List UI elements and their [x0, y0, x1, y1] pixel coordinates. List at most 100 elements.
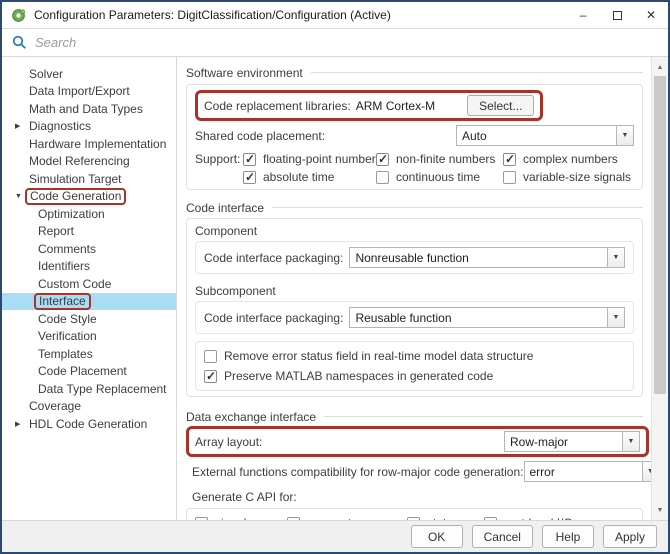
- maximize-button[interactable]: [600, 2, 634, 28]
- sidebar-item-label: Diagnostics: [29, 119, 91, 133]
- array-layout-dropdown[interactable]: Row-major ▼: [504, 431, 640, 452]
- sidebar-item-optimization[interactable]: Optimization: [2, 205, 176, 223]
- signals-checkbox[interactable]: [195, 517, 208, 521]
- complex-numbers-checkbox[interactable]: [503, 153, 516, 166]
- sidebar-item-identifiers[interactable]: Identifiers: [2, 258, 176, 276]
- tree-collapsed-icon[interactable]: ▶: [15, 420, 29, 428]
- sidebar-item-templates[interactable]: Templates: [2, 345, 176, 363]
- search-input[interactable]: [35, 35, 660, 50]
- sidebar-item-hdl-code-generation[interactable]: ▶HDL Code Generation: [2, 415, 176, 433]
- vertical-scrollbar[interactable]: ▲ ▼: [651, 57, 668, 520]
- sidebar-item-label: Coverage: [29, 399, 81, 413]
- preserve-matlab-namespaces-checkbox[interactable]: [204, 370, 217, 383]
- section-title: Code interface: [186, 201, 264, 215]
- sidebar-item-hardware-implementation[interactable]: Hardware Implementation: [2, 135, 176, 153]
- subcomponent-packaging-dropdown[interactable]: Reusable function ▼: [349, 307, 625, 328]
- sidebar-item-custom-code[interactable]: Custom Code: [2, 275, 176, 293]
- non-finite-numbers-checkbox[interactable]: [376, 153, 389, 166]
- section-header-code-interface: Code interface: [186, 200, 643, 215]
- absolute-time-checkbox[interactable]: [243, 171, 256, 184]
- sidebar-item-data-type-replacement[interactable]: Data Type Replacement: [2, 380, 176, 398]
- sidebar-item-code-placement[interactable]: Code Placement: [2, 363, 176, 381]
- states-checkbox[interactable]: [407, 517, 420, 521]
- code-interface-packaging-label: Code interface packaging:: [204, 311, 343, 325]
- close-button[interactable]: ✕: [634, 2, 668, 28]
- cancel-button[interactable]: Cancel: [472, 525, 533, 548]
- header-rule: [324, 416, 643, 417]
- continuous-time-checkbox[interactable]: [376, 171, 389, 184]
- help-button[interactable]: Help: [542, 525, 594, 548]
- sidebar-tree: Solver Data Import/Export Math and Data …: [2, 57, 177, 520]
- dropdown-value: Nonreusable function: [350, 248, 607, 267]
- external-functions-dropdown[interactable]: error ▼: [524, 461, 652, 482]
- shared-code-placement-dropdown[interactable]: Auto ▼: [456, 125, 634, 146]
- sidebar-item-report[interactable]: Report: [2, 223, 176, 241]
- apply-button[interactable]: Apply: [603, 525, 657, 548]
- highlight-box-array-layout: Array layout: Row-major ▼: [186, 426, 649, 457]
- configuration-parameters-dialog: Configuration Parameters: DigitClassific…: [0, 0, 670, 554]
- sidebar-item-code-generation[interactable]: ▼Code Generation: [2, 188, 176, 206]
- variable-size-signals-checkbox[interactable]: [503, 171, 516, 184]
- minimize-button[interactable]: –: [566, 2, 600, 28]
- sidebar-item-label: Code Style: [38, 312, 97, 326]
- sidebar-item-solver[interactable]: Solver: [2, 65, 176, 83]
- search-bar: [2, 29, 668, 57]
- external-functions-row: External functions compatibility for row…: [186, 461, 643, 482]
- ok-button[interactable]: OK: [411, 525, 463, 548]
- dropdown-arrow-icon: ▼: [607, 308, 624, 327]
- sidebar-item-verification[interactable]: Verification: [2, 328, 176, 346]
- code-interface-packaging-label: Code interface packaging:: [204, 251, 343, 265]
- floating-point-numbers-checkbox[interactable]: [243, 153, 256, 166]
- code-replacement-label: Code replacement libraries:: [204, 99, 351, 113]
- window-title: Configuration Parameters: DigitClassific…: [34, 8, 566, 22]
- sidebar-item-code-style[interactable]: Code Style: [2, 310, 176, 328]
- remove-error-status-checkbox[interactable]: [204, 350, 217, 363]
- section-header-data-exchange: Data exchange interface: [186, 409, 643, 424]
- shared-code-placement-row: Shared code placement: Auto ▼: [195, 125, 634, 146]
- sidebar-item-simulation-target[interactable]: Simulation Target: [2, 170, 176, 188]
- sidebar-item-label: Interface: [39, 294, 86, 308]
- sidebar-item-label: Code Generation: [30, 189, 121, 203]
- scroll-down-icon[interactable]: ▼: [652, 502, 668, 518]
- sidebar-item-label: Custom Code: [38, 277, 111, 291]
- sidebar-item-label: Hardware Implementation: [29, 137, 166, 151]
- array-layout-label: Array layout:: [195, 435, 504, 449]
- sidebar-item-diagnostics[interactable]: ▶Diagnostics: [2, 118, 176, 136]
- sidebar-item-data-import-export[interactable]: Data Import/Export: [2, 83, 176, 101]
- sidebar-item-interface[interactable]: Interface: [2, 293, 176, 311]
- parameters-checkbox[interactable]: [287, 517, 300, 521]
- sidebar-item-label: Optimization: [38, 207, 105, 221]
- component-label: Component: [195, 224, 634, 238]
- component-packaging-dropdown[interactable]: Nonreusable function ▼: [349, 247, 625, 268]
- checkbox-label: parameters: [307, 516, 368, 520]
- checkbox-label: complex numbers: [523, 152, 618, 166]
- sidebar-item-label: Comments: [38, 242, 96, 256]
- sidebar-item-comments[interactable]: Comments: [2, 240, 176, 258]
- tree-collapsed-icon[interactable]: ▶: [15, 122, 29, 130]
- search-icon: [12, 35, 27, 50]
- select-button[interactable]: Select...: [467, 95, 534, 116]
- scroll-up-icon[interactable]: ▲: [652, 59, 668, 75]
- dropdown-value: Row-major: [505, 432, 622, 451]
- sidebar-item-model-referencing[interactable]: Model Referencing: [2, 153, 176, 171]
- dropdown-arrow-icon: ▼: [622, 432, 639, 451]
- checkbox-label: non-finite numbers: [396, 152, 495, 166]
- root-level-io-checkbox[interactable]: [484, 517, 497, 521]
- code-interface-group: Component Code interface packaging: Nonr…: [186, 218, 643, 397]
- code-interface-options-group: Remove error status field in real-time m…: [195, 341, 634, 391]
- sidebar-item-label: HDL Code Generation: [29, 417, 147, 431]
- subcomponent-packaging-group: Code interface packaging: Reusable funct…: [195, 301, 634, 334]
- sidebar-item-label: Data Type Replacement: [38, 382, 167, 396]
- maximize-icon: [613, 11, 622, 20]
- checkbox-label: variable-size signals: [523, 170, 631, 184]
- sidebar-item-label: Solver: [29, 67, 63, 81]
- checkbox-label: continuous time: [396, 170, 480, 184]
- sidebar-item-math-and-data-types[interactable]: Math and Data Types: [2, 100, 176, 118]
- section-title: Data exchange interface: [186, 410, 316, 424]
- scrollbar-thumb[interactable]: [654, 76, 666, 394]
- simulink-config-gear-icon: [11, 8, 26, 23]
- dropdown-value: error: [525, 462, 642, 481]
- dropdown-arrow-icon: ▼: [616, 126, 633, 145]
- checkbox-label: Preserve MATLAB namespaces in generated …: [224, 369, 493, 383]
- sidebar-item-coverage[interactable]: Coverage: [2, 398, 176, 416]
